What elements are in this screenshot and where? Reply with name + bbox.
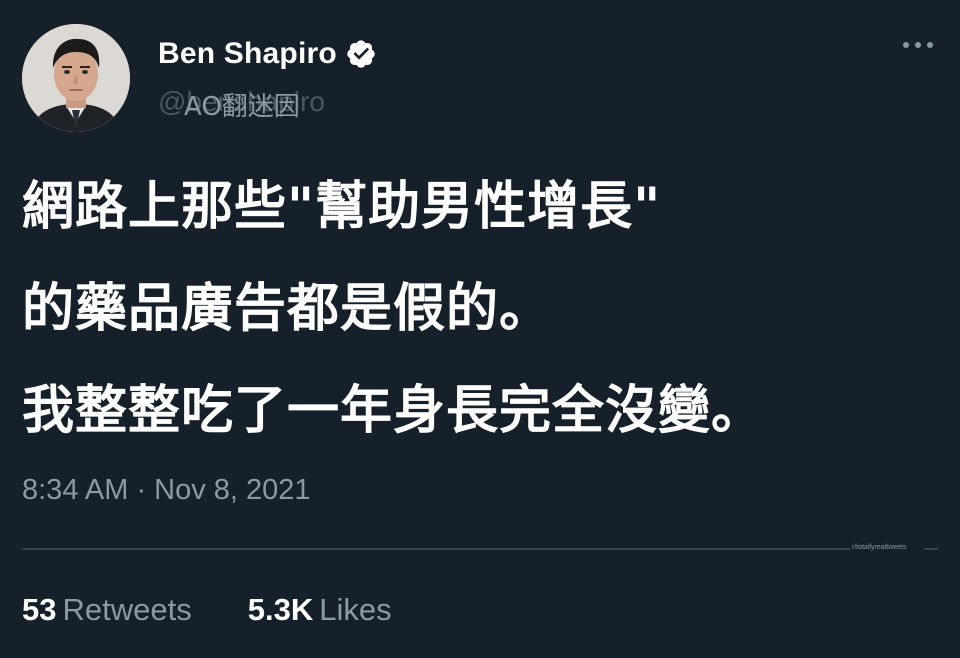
more-dot (915, 42, 921, 48)
tweet-text-line: 的藥品廣告都是假的。 (22, 279, 553, 339)
avatar[interactable] (22, 24, 130, 132)
tweet-card: Ben Shapiro @benshapiro AO翻迷因 網路上那些"幫助男性… (0, 0, 960, 658)
divider (22, 548, 850, 550)
watermark-text: r/totallyrealtweets (852, 544, 907, 551)
tweet-text-line: 網路上那些"幫助男性增長" (22, 177, 662, 237)
author-handle[interactable]: @benshapiro AO翻迷因 (158, 86, 325, 122)
retweets-label: Retweets (62, 592, 192, 627)
author-name-row: Ben Shapiro (158, 34, 377, 74)
handle-overlay-text: AO翻迷因 (184, 92, 300, 122)
more-horizontal-icon[interactable] (896, 30, 940, 60)
more-dot (927, 42, 933, 48)
verified-badge-icon (347, 40, 375, 68)
divider (924, 548, 938, 550)
likes-label: Likes (319, 592, 392, 627)
engagement-stats: 53 Retweets 5.3K Likes (22, 592, 448, 628)
tweet-timestamp[interactable]: 8:34 AM · Nov 8, 2021 (22, 474, 311, 507)
profile-avatar-image (22, 24, 130, 132)
more-dot (903, 42, 909, 48)
likes-count: 5.3K (247, 592, 314, 627)
tweet-text-line: 我整整吃了一年身長完全沒變。 (22, 381, 765, 441)
retweets-count: 53 (22, 592, 57, 627)
tweet-text: 網路上那些"幫助男性增長" 的藥品廣告都是假的。 我整整吃了一年身長完全沒變。 (22, 156, 942, 462)
retweets-stat[interactable]: 53 Retweets (22, 592, 192, 628)
author-display-name[interactable]: Ben Shapiro (158, 37, 337, 71)
likes-stat[interactable]: 5.3K Likes (248, 592, 392, 628)
